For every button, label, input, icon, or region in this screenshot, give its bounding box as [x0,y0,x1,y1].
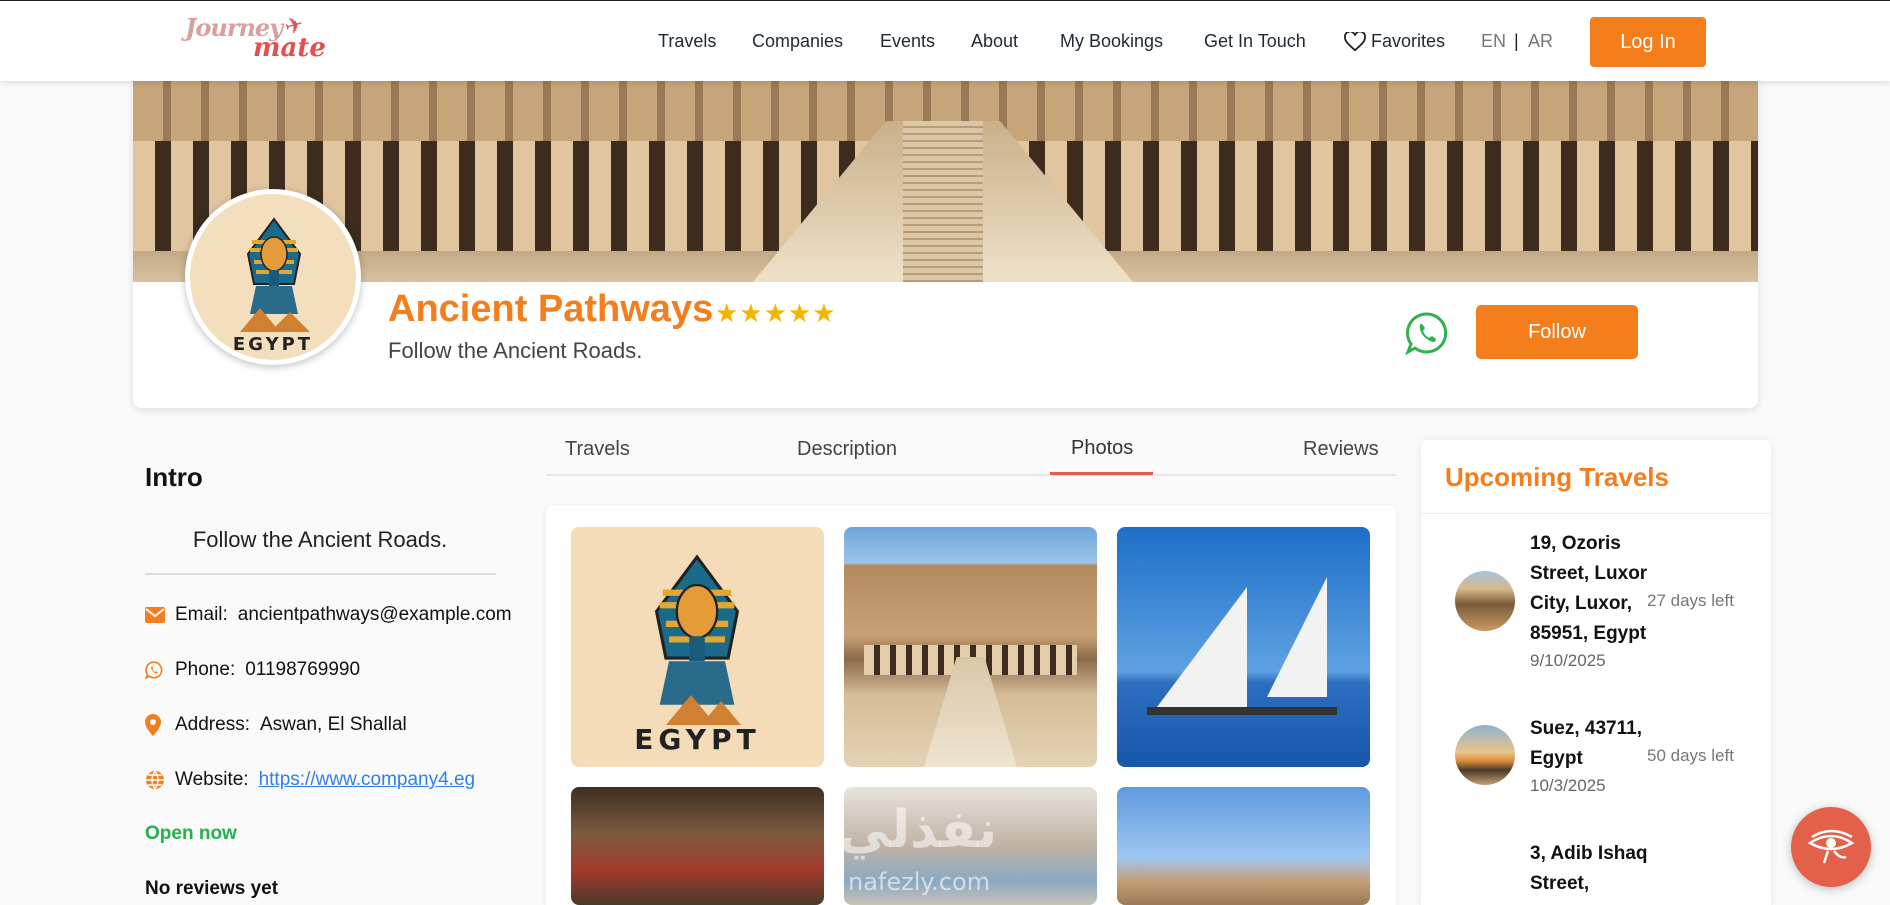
watermark-arabic: نفذلي [838,800,998,860]
website-link[interactable]: https://www.company4.eg [259,769,476,791]
trip-days-left: 50 days left [1647,746,1734,765]
nav-favorites[interactable]: Favorites [1344,31,1445,52]
eye-of-horus-chat-button[interactable] [1791,807,1871,887]
whatsapp-icon[interactable] [1405,311,1449,356]
login-button[interactable]: Log In [1590,17,1706,67]
address-value: Aswan, El Shallal [259,714,407,735]
follow-button[interactable]: Follow [1476,305,1638,359]
website-label: Website: [175,769,249,790]
active-tab-indicator [1050,472,1153,475]
lang-ar[interactable]: AR [1528,31,1553,52]
tab-travels[interactable]: Travels [565,438,630,461]
trip-thumbnail[interactable] [1455,571,1515,631]
gallery-pyramids [666,695,741,725]
lang-separator: | [1514,31,1519,51]
upcoming-travels-title: Upcoming Travels [1445,462,1669,492]
cover-image [133,81,1758,282]
map-pin-icon [145,714,167,736]
avatar-pyramids [240,308,310,332]
watermark-url: nafezly.com [848,868,991,896]
tab-reviews[interactable]: Reviews [1303,438,1379,461]
reviews-status: No reviews yet [145,878,279,899]
gallery-photo-philae[interactable] [1117,787,1370,905]
email-row: Email: ancientpathways@example.com [145,598,522,634]
eye-of-horus-icon [1807,829,1855,864]
rating-stars: ★★★★★ [715,298,837,328]
address-row: Address: Aswan, El Shallal [145,714,407,736]
globe-icon [145,770,167,790]
upcoming-travels-panel [1421,440,1771,905]
divider [1421,513,1771,514]
gallery-egypt-text: EGYPT [634,723,761,756]
favorites-label: Favorites [1371,31,1446,51]
trip-date: 10/3/2025 [1530,776,1606,795]
nav-travels[interactable]: Travels [658,31,716,52]
gallery-photo-egypt-logo[interactable]: EGYPT [571,527,824,767]
email-value[interactable]: ancientpathways@example.com [238,604,512,626]
trip-date: 9/10/2025 [1530,651,1606,670]
whatsapp-small-icon [145,661,167,679]
nav-my-bookings[interactable]: My Bookings [1060,31,1163,52]
pharaoh-image [246,217,302,314]
cover-steps [903,121,983,282]
gallery-photo-market[interactable] [571,787,824,905]
phone-value[interactable]: 01198769990 [245,659,360,681]
email-label: Email: [175,604,228,625]
sail-2 [1267,577,1327,697]
trip-address[interactable]: 3, Adib Ishaq Street, [1530,839,1670,899]
journeymate-logo[interactable]: Journey mate ✈ [185,11,326,67]
company-name: Ancient Pathways [388,288,714,330]
nav-companies[interactable]: Companies [752,31,843,52]
nav-events[interactable]: Events [880,31,935,52]
tab-photos[interactable]: Photos [1071,437,1133,460]
nav-about[interactable]: About [971,31,1018,52]
profile-tabs: Travels Description Photos Reviews [546,430,1396,476]
intro-title: Intro [145,462,203,492]
divider [145,573,496,575]
company-avatar[interactable]: EGYPT [185,189,361,365]
gallery-photo-feluccas[interactable] [1117,527,1370,767]
top-navbar: Journey mate ✈ Travels Companies Events … [0,0,1890,81]
intro-text: Follow the Ancient Roads. [192,527,448,552]
company-tagline: Follow the Ancient Roads. [388,338,643,363]
sail-1 [1157,587,1247,707]
gallery-photo-temple[interactable] [844,527,1097,767]
trip-days-left: 27 days left [1647,591,1734,610]
tab-description[interactable]: Description [797,438,897,461]
envelope-icon [145,607,167,623]
pharaoh-image [654,554,740,705]
nav-get-in-touch[interactable]: Get In Touch [1204,31,1306,52]
open-status: Open now [145,823,237,844]
address-label: Address: [175,714,250,735]
website-row: Website: https://www.company4.eg [145,769,475,791]
avatar-egypt-text: EGYPT [232,334,314,355]
phone-row: Phone: 01198769990 [145,659,360,681]
lang-en[interactable]: EN [1481,31,1506,52]
boats [1147,707,1337,715]
trip-address[interactable]: 19, Ozoris Street, Luxor City, Luxor, 85… [1530,529,1670,649]
trip-thumbnail[interactable] [1455,725,1515,785]
heart-icon [1344,31,1366,51]
phone-label: Phone: [175,659,236,680]
